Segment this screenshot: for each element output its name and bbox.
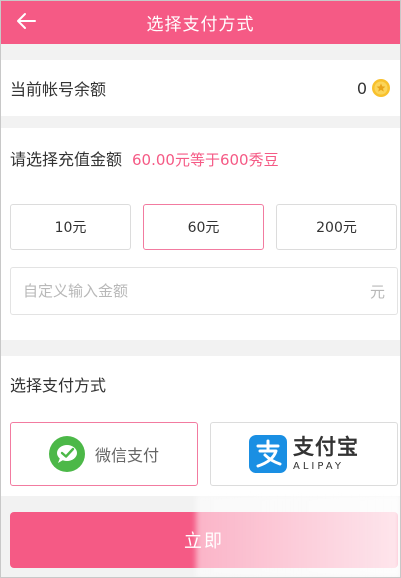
custom-amount-unit: 元 — [369, 282, 385, 301]
recharge-title-row: 请选择充值金额 60.00元等于600秀豆 — [10, 146, 279, 170]
back-arrow-icon — [17, 13, 36, 29]
header: 选择支付方式 — [0, 0, 401, 44]
wechat-pay-option[interactable]: 微信支付 — [10, 422, 198, 486]
recharge-amount-section: 请选择充值金额 60.00元等于600秀豆 10元 60元 200元 元 — [0, 128, 401, 340]
custom-amount-field[interactable]: 元 — [10, 267, 398, 315]
balance-value: 0 — [356, 78, 367, 98]
balance-value-group: 0 — [357, 78, 391, 98]
wechat-icon — [48, 436, 85, 472]
alipay-wordmark: 支付宝 ALIPAY — [293, 434, 359, 472]
alipay-icon — [249, 435, 287, 473]
wechat-pay-label: 微信支付 — [94, 446, 159, 465]
alipay-sublabel: ALIPAY — [293, 460, 344, 472]
alipay-option[interactable]: 支付宝 ALIPAY — [210, 422, 398, 486]
back-button[interactable] — [10, 6, 42, 36]
page-title: 选择支付方式 — [146, 14, 255, 35]
submit-button[interactable]: 立即 — [10, 512, 398, 568]
amount-option-10[interactable]: 10元 — [10, 204, 131, 250]
amount-option-200[interactable]: 200元 — [276, 204, 397, 250]
recharge-title: 请选择充值金额 — [10, 150, 123, 169]
recharge-hint: 60.00元等于600秀豆 — [132, 151, 279, 169]
custom-amount-input[interactable] — [23, 282, 370, 300]
balance-label: 当前帐号余额 — [10, 80, 107, 99]
balance-row: 当前帐号余额 0 — [0, 60, 401, 116]
payment-method-section: 选择支付方式 微信支付 支付宝 ALIPAY — [0, 356, 401, 496]
coin-icon — [372, 79, 390, 97]
alipay-label: 支付宝 — [293, 434, 359, 459]
payment-title: 选择支付方式 — [10, 376, 107, 395]
amount-option-60[interactable]: 60元 — [143, 204, 264, 250]
